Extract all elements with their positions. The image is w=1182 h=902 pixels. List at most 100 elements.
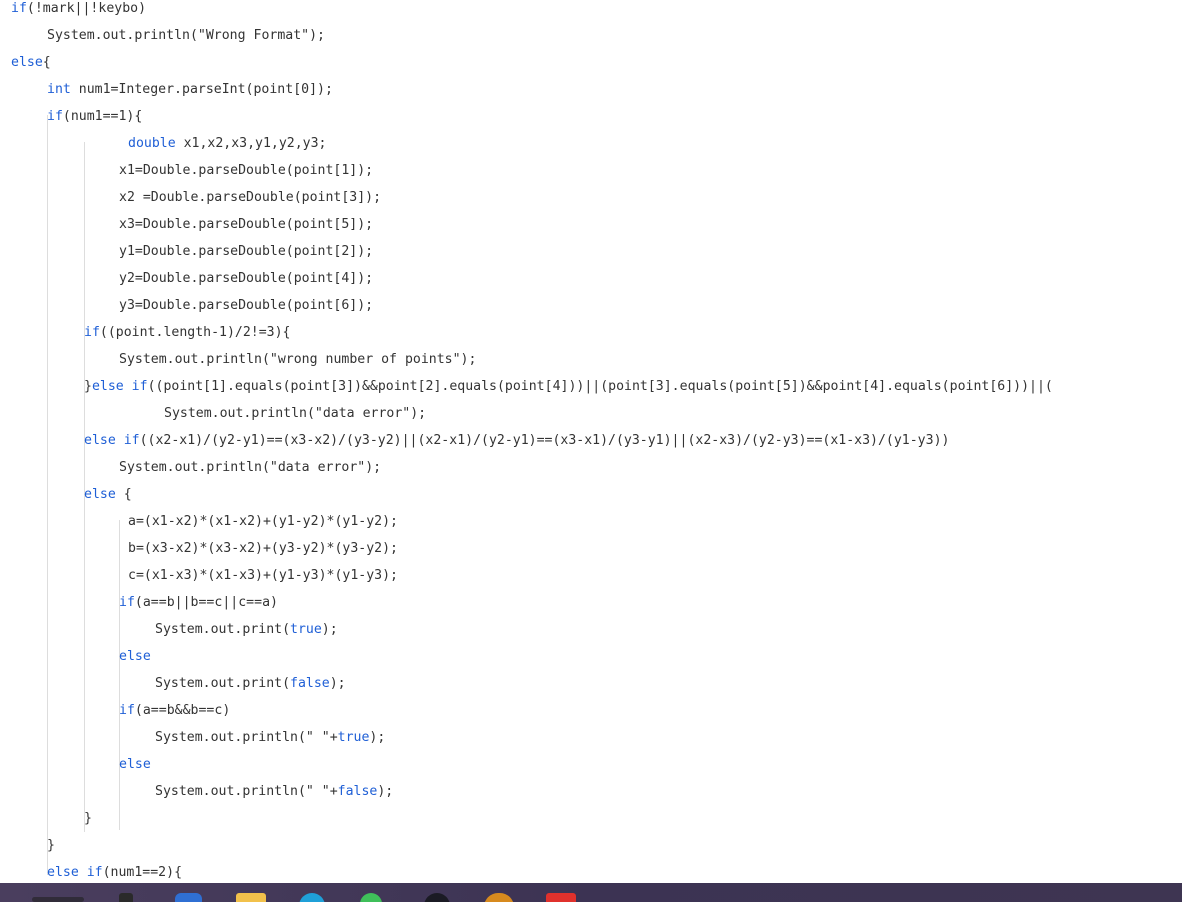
code-token: [1].	[203, 379, 235, 394]
keyword-token: false	[337, 784, 378, 799]
code-line: else{	[11, 54, 51, 81]
code-token: out	[174, 352, 199, 367]
indent-guide	[119, 520, 120, 830]
keyword-token: int	[47, 82, 71, 97]
code-token: .	[166, 460, 175, 475]
code-line: b=(x3-x2)*(x3-x2)+(y3-y2)*(y3-y2);	[128, 540, 398, 567]
code-line: else	[119, 648, 151, 675]
code-token: print	[242, 622, 283, 637]
code-token: }	[84, 811, 92, 826]
code-token: point	[735, 379, 775, 394]
code-token: mark	[42, 1, 75, 16]
code-token: b	[166, 595, 175, 610]
code-token: Double	[142, 271, 191, 286]
steam-icon[interactable]	[424, 893, 450, 902]
code-token: (" "+	[297, 730, 338, 745]
code-line: }else if((point[1].equals(point[3])&&poi…	[84, 378, 1053, 405]
keyword-token: if	[47, 109, 63, 124]
code-token: point	[290, 379, 331, 394]
code-token: length	[163, 325, 212, 340]
code-token: equals	[234, 379, 283, 394]
code-line: if(a==b&&b==c)	[119, 702, 230, 729]
code-token: =(x3-x2)*(x3-x2)+(y3-y2)*(y3-y2);	[135, 541, 398, 556]
code-token: System	[155, 730, 203, 745]
code-token: equals	[894, 379, 942, 394]
green-app-icon[interactable]	[360, 893, 382, 902]
code-token: parseInt	[182, 82, 246, 97]
code-token: [5]);	[333, 217, 374, 232]
keyword-token: if	[131, 379, 148, 394]
code-token: [4].	[862, 379, 895, 394]
code-token: }	[84, 379, 92, 394]
code-token: (	[282, 379, 291, 394]
code-token: ");	[357, 460, 382, 475]
code-token: equals	[449, 379, 497, 394]
edge-browser-icon[interactable]	[299, 893, 325, 902]
code-token: num1=	[70, 82, 119, 97]
code-token: (	[282, 622, 291, 637]
code-token: out	[219, 406, 244, 421]
keyword-token: else	[84, 433, 116, 448]
code-token: [6]))||(	[989, 379, 1053, 394]
widgets-icon[interactable]	[32, 897, 84, 902]
code-token: x1=	[119, 163, 143, 178]
code-token: Wrong	[205, 28, 246, 43]
code-token: [5])&&	[774, 379, 823, 394]
code-token: println	[251, 406, 307, 421]
code-line: if(a==b||b==c||c==a)	[119, 594, 278, 621]
code-line: y3=Double.parseDouble(point[6]);	[119, 297, 373, 324]
close-icon[interactable]	[119, 893, 133, 902]
code-token: (num1==2){	[102, 865, 183, 880]
code-token: x2 =	[119, 190, 151, 205]
code-token: Double	[142, 163, 191, 178]
code-line: else if((x2-x1)/(y2-y1)==(x3-x2)/(y3-y2)…	[84, 432, 949, 459]
code-token: System	[155, 676, 203, 691]
code-line: x2 =Double.parseDouble(point[3]);	[119, 189, 381, 216]
code-token: .	[166, 352, 175, 367]
code-line: System.out.println(" "+false);	[155, 783, 393, 810]
code-token: ((	[99, 325, 116, 340]
code-token: Double	[142, 298, 191, 313]
moon-icon[interactable]	[484, 893, 514, 902]
keyword-token: else	[84, 487, 116, 502]
code-line: }	[84, 810, 92, 837]
code-token: println	[134, 28, 190, 43]
code-token: ("	[261, 352, 278, 367]
folder-icon[interactable]	[236, 893, 266, 902]
keyword-token: else	[91, 379, 124, 394]
code-line: }	[47, 837, 55, 864]
code-token: ((	[147, 379, 164, 394]
code-token: ("	[306, 406, 323, 421]
code-editor: if(!mark||!keybo) System.out.println("Wro…	[0, 0, 1182, 883]
code-line: y2=Double.parseDouble(point[4]);	[119, 270, 373, 297]
code-line: if(!mark||!keybo)	[11, 0, 146, 27]
code-token: point	[377, 379, 418, 394]
code-token: points	[404, 352, 453, 367]
code-token: [2].	[417, 379, 450, 394]
code-line: x3=Double.parseDouble(point[5]);	[119, 216, 373, 243]
code-token: out	[210, 622, 235, 637]
code-token: data	[322, 406, 355, 421]
code-token: point	[293, 163, 334, 178]
code-token: point	[822, 379, 863, 394]
indent-guide	[47, 115, 48, 875]
code-line: System.out.println("wrong number of poin…	[119, 351, 476, 378]
code-token: out	[210, 730, 235, 745]
code-token: keybo	[98, 1, 139, 16]
code-token: error	[317, 460, 358, 475]
code-token: &&	[174, 703, 191, 718]
code-token: b	[128, 541, 136, 556]
code-token: y2=	[119, 271, 143, 286]
code-line: else if(num1==2){	[47, 864, 182, 883]
code-token: );	[377, 784, 394, 799]
code-token: ||!	[74, 1, 99, 16]
code-token: System	[155, 622, 203, 637]
code-line: System.out.println("Wrong Format");	[47, 27, 325, 54]
shield-icon[interactable]	[175, 893, 202, 902]
code-token: println	[206, 352, 262, 367]
code-token: (	[496, 379, 505, 394]
red-app-icon[interactable]	[546, 893, 576, 902]
code-token: =(x1-x2)*(x1-x2)+(y1-y2)*(y1-y2);	[135, 514, 398, 529]
